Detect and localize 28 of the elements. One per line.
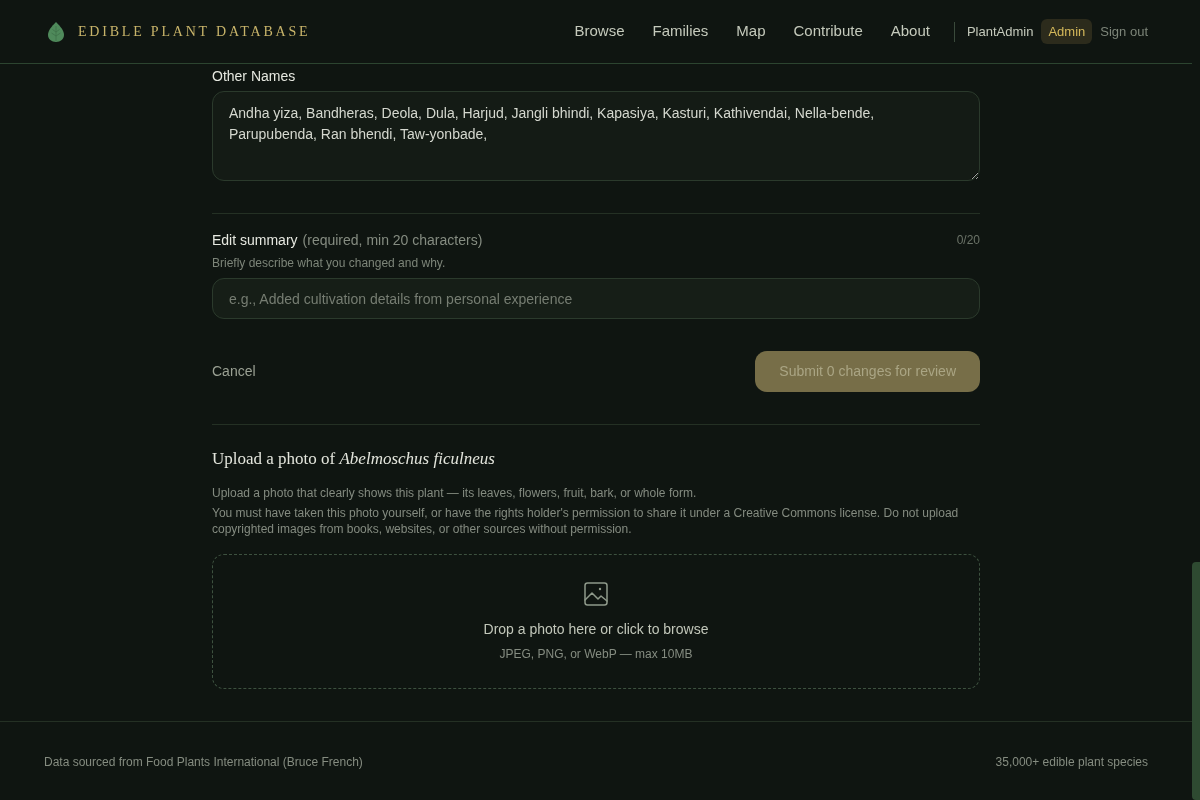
upload-heading: Upload a photo of Abelmoschus ficulneus xyxy=(212,448,496,470)
image-icon xyxy=(584,581,608,606)
field-label: Edit summary xyxy=(212,231,298,250)
nav-link[interactable]: Contribute xyxy=(793,20,863,43)
footer-source: Data sourced from Food Plants International (Bruce French) xyxy=(44,754,363,770)
upload-description: You must have taken this photo yourself, or have the rights holder's permission to share it under a Creative Commons license. Do not upload copyrighted images from books, websites, or other sources without permission. xyxy=(212,505,960,537)
role-badge: Admin xyxy=(1041,18,1093,45)
sign-out-link[interactable]: Sign out xyxy=(1100,21,1148,42)
field-label: Other Names xyxy=(212,67,297,86)
field-requirement: (required, min 20 characters) xyxy=(302,231,483,250)
nav-link[interactable]: Families xyxy=(652,20,709,43)
upload-description: Upload a photo that clearly shows this plant — its leaves, flowers, fruit, bark, or whole form. xyxy=(212,485,698,501)
nav-link[interactable]: Browse xyxy=(574,20,625,43)
input-field[interactable]: e.g., Added cultivation details from personal experience xyxy=(212,278,980,319)
site-title: EDIBLE PLANT DATABASE xyxy=(78,23,311,41)
cancel-button[interactable]: Cancel xyxy=(212,361,256,382)
dropzone-formats: JPEG, PNG, or WebP — max 10MB xyxy=(499,645,693,662)
dropzone[interactable]: Drop a photo here or click to browse JPEG, PNG, or WebP — max 10MB xyxy=(212,554,980,689)
nav-link[interactable]: Map xyxy=(736,20,766,43)
user-name: PlantAdmin xyxy=(966,22,1034,41)
textarea-field[interactable]: Andha yiza, Bandheras, Deola, Dula, Harjud, Jangli bhindi, Kapasiya, Kasturi, Kathivendai, Nella-bende, Parupubenda, Ran bhendi, Taw-yonbade, xyxy=(212,91,980,181)
footer-species-count: 35,000+ edible plant species xyxy=(995,754,1148,770)
leaf-icon xyxy=(48,21,64,42)
dropzone-title: Drop a photo here or click to browse xyxy=(483,619,709,639)
scrollbar-thumb[interactable] xyxy=(1192,562,1200,800)
nav-link[interactable]: About xyxy=(890,20,930,43)
character-counter: 0/20 xyxy=(956,232,980,249)
field-hint: Briefly describe what you changed and why. xyxy=(212,255,447,271)
